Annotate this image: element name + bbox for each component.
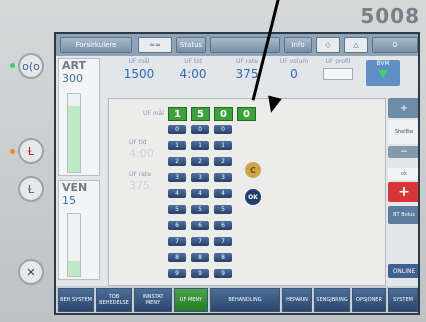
bt-bolus-button[interactable]: BT Bolus [388,206,418,224]
keypad-key[interactable]: 2 [214,157,232,166]
keypad-key[interactable]: 9 [168,269,186,278]
ven-gauge [67,213,81,277]
status-led-green [10,63,15,68]
digit-4[interactable]: 0 [237,107,256,121]
funnel-icon [378,70,388,78]
bottom-nav: BEH SYSTEM TOB BEHEDELSE INNSTAT MENY UF… [56,286,418,313]
nav-innstat-meny[interactable]: INNSTAT MENY [134,288,172,312]
keypad-key[interactable]: 1 [168,141,186,150]
keypad-key[interactable]: 8 [168,253,186,262]
hdr-uf-rate[interactable]: UF rate 375 [222,58,272,81]
keypad-key[interactable]: 8 [191,253,209,262]
keypad-key[interactable]: 5 [168,205,186,214]
uf-tid-label: UF tid [129,139,147,146]
keypad-key[interactable]: 3 [191,173,209,182]
counter-display: 0 [372,37,418,53]
pressure-key-red[interactable]: Ɫ [18,138,44,164]
art-sensor-key[interactable]: o(o [18,53,44,79]
keypad-key[interactable]: 7 [214,237,232,246]
keypad-key[interactable]: 6 [191,221,209,230]
drop-button[interactable]: ◇ [316,37,340,53]
keypad-key[interactable]: 0 [214,125,232,134]
keypad-key[interactable]: 4 [168,189,186,198]
keypad-key[interactable]: 0 [168,125,186,134]
keypad-key[interactable]: 5 [191,205,209,214]
keypad-key[interactable]: 5 [214,205,232,214]
nav-behandling[interactable]: BEHANDLING [210,288,280,312]
online-button[interactable]: ONLINE [388,264,418,278]
shelbw-display: ShelBw [388,120,418,144]
keypad-key[interactable]: 2 [168,157,186,166]
uf-mal-label: UF mål [143,110,164,117]
down-button[interactable]: − [388,146,418,158]
clamp-icon: Ɫ [27,182,35,196]
plus-icon: + [399,102,409,114]
digit-2[interactable]: 5 [191,107,210,121]
top-bar: Forsirkulere ≈≈ Status Info ◇ △ 0 [56,34,418,56]
triangle-button[interactable]: △ [344,37,368,53]
brand-logo: 5008 [360,4,420,28]
pressure-key-green[interactable]: Ɫ [18,176,44,202]
device-frame: 5008 o(o Ɫ Ɫ ✕ Forsirkulere ≈≈ Status In… [0,0,426,322]
keypad-key[interactable]: 4 [214,189,232,198]
hdr-uf-profil[interactable]: UF profil [314,58,362,80]
keypad-key[interactable]: 3 [214,173,232,182]
keypad-key[interactable]: 7 [191,237,209,246]
hdr-uf-mal[interactable]: UF mål 1500 [114,58,164,81]
wave-button[interactable]: ≈≈ [138,37,172,53]
nav-uf-meny[interactable]: UF MENY [174,288,208,312]
bvm-button[interactable]: BVM [366,60,400,86]
nav-tob-behedelse[interactable]: TOB BEHEDELSE [96,288,132,312]
digit-1[interactable]: 1 [168,107,187,121]
uf-profile-graph [323,68,353,80]
nav-system[interactable]: SYSTEM [388,288,418,312]
keypad-key[interactable]: 6 [168,221,186,230]
up-button[interactable]: + [388,98,418,118]
art-pressure-panel: ART 300 [58,58,100,176]
keypad-key[interactable]: 3 [168,173,186,182]
info-button[interactable]: Info [284,37,312,53]
clear-button[interactable]: C [245,162,261,178]
cross-icon: + [398,184,410,200]
hdr-uf-volum: UF volum 0 [279,58,309,81]
clamp-icon: Ɫ [27,144,35,158]
keypad-key[interactable]: 1 [191,141,209,150]
nav-opsjoner[interactable]: OPSJONER [352,288,386,312]
nav-sengjbring[interactable]: SENGJBRING [314,288,350,312]
nav-beh-system[interactable]: BEH SYSTEM [58,288,94,312]
keypad-key[interactable]: 2 [191,157,209,166]
status-button[interactable]: Status [176,37,206,53]
drop-icon: ◇ [325,41,331,49]
keypad-key[interactable]: 0 [191,125,209,134]
uf-rate-label: UF rate [129,171,151,178]
keypad-key[interactable]: 8 [214,253,232,262]
uf-tid-value: 4:00 [129,147,154,160]
bolus-cross-button[interactable]: + [388,182,418,202]
mute-key[interactable]: ✕ [18,259,44,285]
uf-rate-value: 375 [129,179,150,192]
wave-icon: ≈≈ [149,41,161,49]
warning-icon: △ [353,41,359,49]
status-led-orange [10,149,15,154]
touch-screen: Forsirkulere ≈≈ Status Info ◇ △ 0 UF mål… [54,32,420,315]
keypad-key[interactable]: 6 [214,221,232,230]
ven-pressure-panel: VEN 15 [58,180,100,280]
tab-forsirkulere[interactable]: Forsirkulere [60,37,132,53]
ok-button[interactable]: OK [245,189,261,205]
keypad-key[interactable]: 4 [191,189,209,198]
nav-heparin[interactable]: HEPARIN [282,288,312,312]
ok-small-button[interactable]: ok [388,168,418,180]
keypad-key[interactable]: 7 [168,237,186,246]
digit-3[interactable]: 0 [214,107,233,121]
keypad-key[interactable]: 9 [191,269,209,278]
mute-icon: ✕ [26,265,36,279]
keypad-key[interactable]: 9 [214,269,232,278]
hdr-uf-tid[interactable]: UF tid 4:00 [168,58,218,81]
minus-icon: − [400,147,408,157]
uf-input-panel: UF mål 1 5 0 0 UF tid 4:00 UF rate 375 0… [108,98,386,286]
art-gauge [67,93,81,173]
dots-icon: o(o [22,59,40,73]
keypad-key[interactable]: 1 [214,141,232,150]
parameter-header: UF mål 1500 UF tid 4:00 UF rate 375 UF v… [56,58,418,94]
